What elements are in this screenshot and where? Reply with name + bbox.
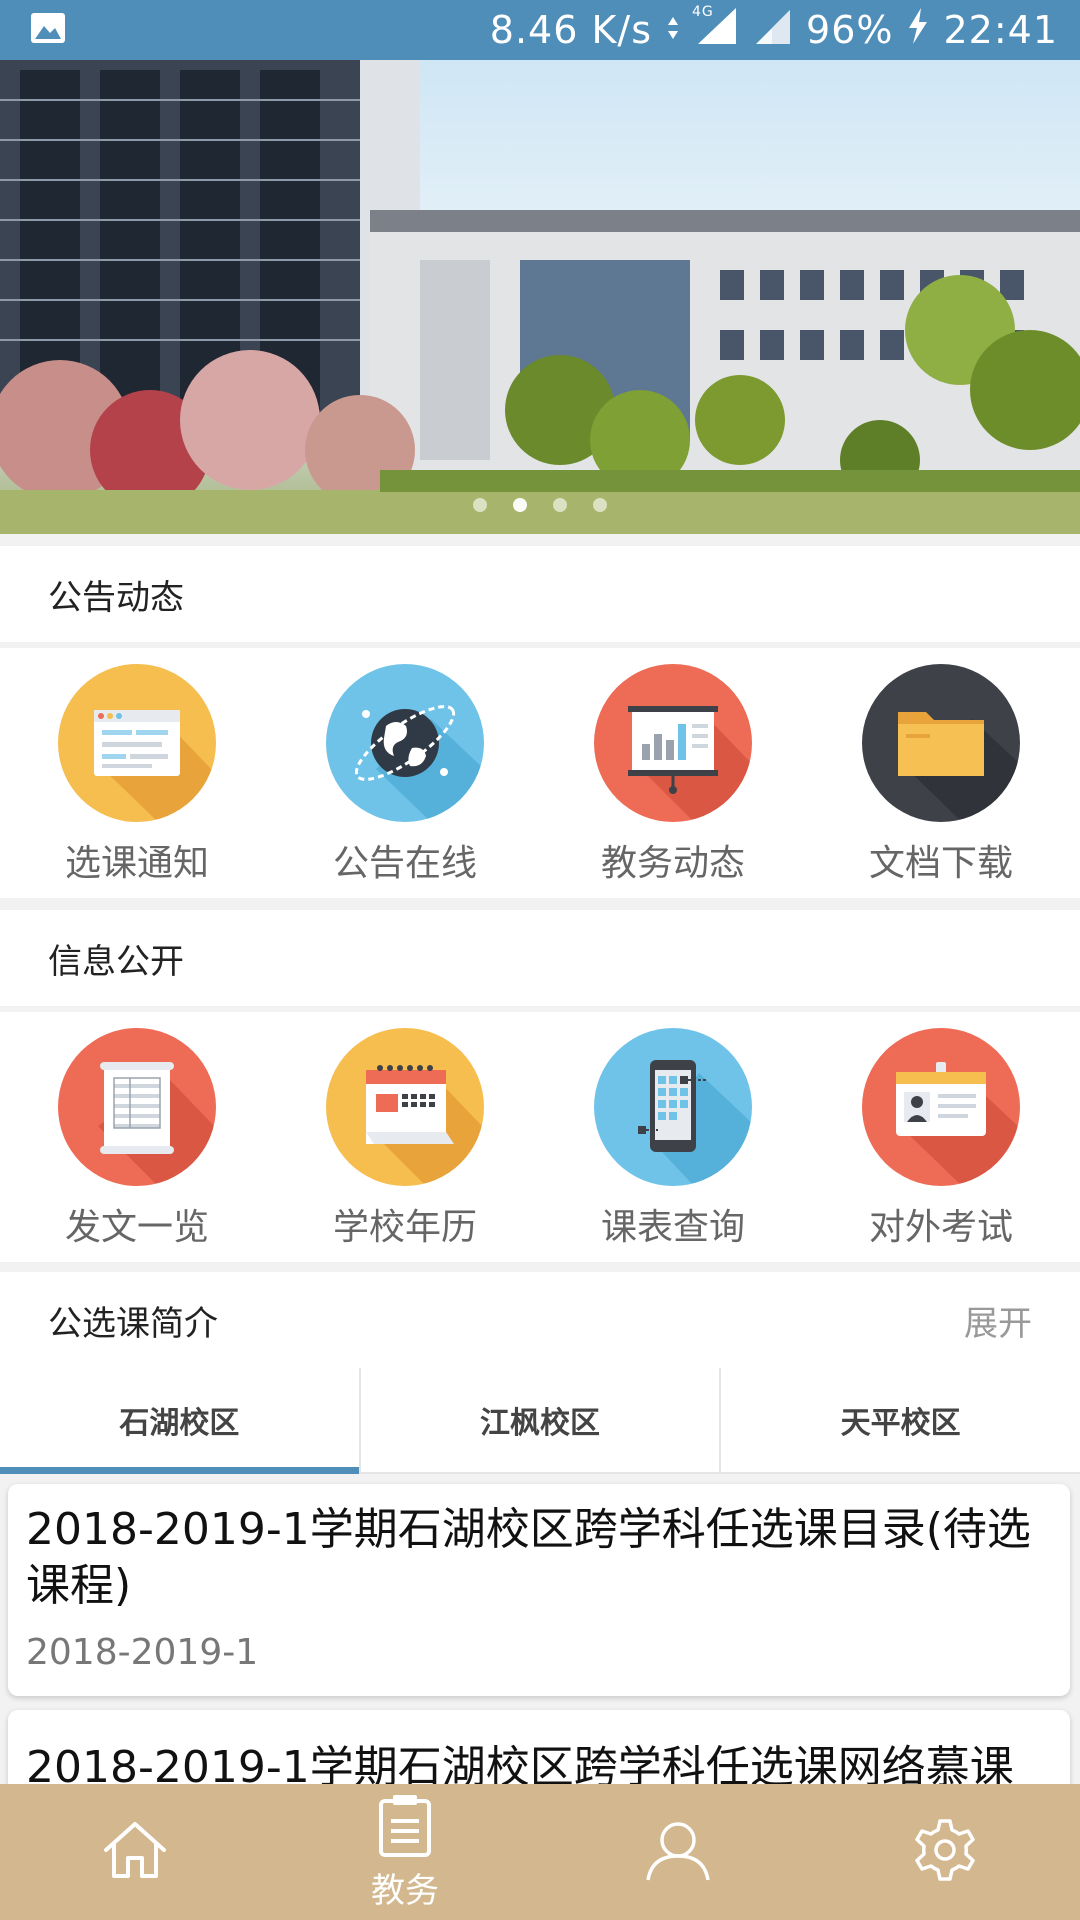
document-download-label: 文档下载 <box>868 843 1013 884</box>
school-calendar-button[interactable]: 学校年历 <box>270 1012 540 1262</box>
section-title: 公告动态 <box>48 577 184 618</box>
carousel-dot-active[interactable] <box>513 498 527 512</box>
battery-level: 96% <box>806 8 894 52</box>
network-speed: 8.46 K/s <box>489 8 653 52</box>
course-card-title: 2018-2019-1学期石湖校区跨学科任选课目录(待选课程) <box>26 1504 1031 1611</box>
documents-list-label: 发文一览 <box>64 1207 209 1248</box>
info-header: 信息公开 <box>0 910 1080 1006</box>
course-notice-button[interactable]: 选课通知 <box>2 648 272 898</box>
home-icon <box>100 1818 170 1886</box>
network-type: 4G <box>692 3 714 20</box>
campus-tabs: 石湖校区 江枫校区 天平校区 <box>0 1368 1080 1474</box>
timetable-query-button[interactable]: 课表查询 <box>538 1012 808 1262</box>
elective-courses-header: 公选课简介 展开 <box>0 1272 1080 1368</box>
course-card-term: 2018-2019-1 <box>26 1632 259 1673</box>
id-card-icon <box>862 1028 1020 1186</box>
section-title: 信息公开 <box>48 941 184 982</box>
data-arrows-icon <box>666 8 680 52</box>
expand-button[interactable]: 展开 <box>964 1296 1032 1345</box>
charging-bolt-icon <box>907 7 929 53</box>
announcements-online-label: 公告在线 <box>332 843 477 884</box>
nav-academic-label: 教务 <box>371 1870 439 1911</box>
tab-jiangfeng-campus[interactable]: 江枫校区 <box>358 1368 720 1472</box>
cell-signal-4g-icon: 4G <box>692 3 738 55</box>
document-download-button[interactable]: 文档下载 <box>806 648 1076 898</box>
announcements-grid: 选课通知 公告在线 教务动态 文档下载 <box>0 648 1080 898</box>
course-notice-icon <box>58 664 216 822</box>
gear-icon <box>912 1817 978 1887</box>
globe-icon <box>326 664 484 822</box>
gallery-notification-icon <box>30 12 66 48</box>
announcements-online-button[interactable]: 公告在线 <box>270 648 540 898</box>
nav-academic[interactable]: 教务 <box>270 1784 540 1920</box>
academic-news-label: 教务动态 <box>600 843 745 884</box>
external-exams-button[interactable]: 对外考试 <box>806 1012 1076 1262</box>
document-list-icon <box>58 1028 216 1186</box>
academic-news-button[interactable]: 教务动态 <box>538 648 808 898</box>
presentation-chart-icon <box>594 664 752 822</box>
bottom-navigation: 教务 <box>0 1784 1080 1920</box>
user-icon <box>640 1818 710 1886</box>
documents-list-button[interactable]: 发文一览 <box>2 1012 272 1262</box>
section-title: 公选课简介 <box>48 1303 218 1344</box>
tab-tianping-campus[interactable]: 天平校区 <box>719 1368 1080 1472</box>
clipboard-icon <box>375 1793 435 1861</box>
info-grid: 发文一览 学校年历 课表查询 对外考试 <box>0 1012 1080 1262</box>
cell-signal-icon <box>752 6 792 55</box>
tab-shihu-campus[interactable]: 石湖校区 <box>0 1368 359 1474</box>
campus-building-photo <box>0 60 1080 534</box>
nav-home[interactable] <box>0 1784 270 1920</box>
carousel-indicator <box>0 498 1080 512</box>
external-exams-label: 对外考试 <box>868 1207 1013 1248</box>
nav-settings[interactable] <box>810 1784 1080 1920</box>
calendar-icon <box>326 1028 484 1186</box>
course-notice-label: 选课通知 <box>64 843 209 884</box>
carousel-dot[interactable] <box>593 498 607 512</box>
phone-schedule-icon <box>594 1028 752 1186</box>
carousel-dot[interactable] <box>553 498 567 512</box>
nav-profile[interactable] <box>540 1784 810 1920</box>
timetable-query-label: 课表查询 <box>600 1207 745 1248</box>
course-card[interactable]: 2018-2019-1学期石湖校区跨学科任选课目录(待选课程) 2018-201… <box>8 1484 1070 1696</box>
folder-icon <box>862 664 1020 822</box>
campus-banner-carousel[interactable] <box>0 60 1080 534</box>
carousel-dot[interactable] <box>473 498 487 512</box>
school-calendar-label: 学校年历 <box>332 1207 477 1248</box>
announcements-header: 公告动态 <box>0 546 1080 642</box>
clock: 22:41 <box>943 8 1058 52</box>
status-bar: 8.46 K/s 4G 96% 22:41 <box>0 0 1080 60</box>
